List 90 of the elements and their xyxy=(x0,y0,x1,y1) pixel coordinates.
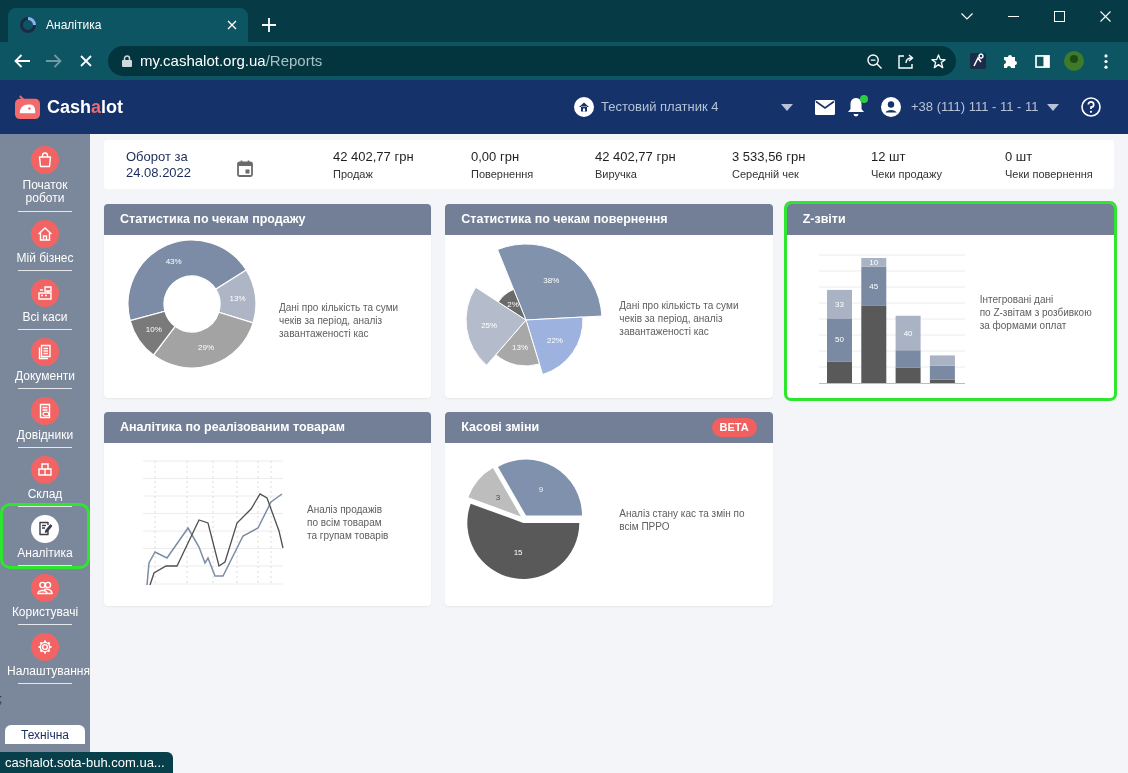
back-arrow-icon[interactable] xyxy=(14,54,30,68)
home-icon xyxy=(574,97,594,117)
slice-label: 38% xyxy=(543,275,560,285)
stat-label: Середній чек xyxy=(732,167,800,181)
card-title: Статистика по чекам повернення xyxy=(461,211,668,229)
extension-icon[interactable] xyxy=(970,53,986,69)
card-description: Дані про кількість та суми чеків за період, аналіз завантаженості кас xyxy=(619,299,739,338)
period-date: 24.08.2022 xyxy=(126,164,193,181)
logo-icon[interactable] xyxy=(14,94,41,120)
sidebar-item[interactable]: Мій бізнес xyxy=(4,212,86,270)
stat-label: Продаж xyxy=(333,167,374,181)
card-description: Дані про кількість та суми чеків за період, аналіз завантаженості кас xyxy=(279,301,399,340)
card-title: Статистика по чекам продажу xyxy=(120,211,306,229)
card-title: Z-звіти xyxy=(802,211,846,229)
slice-label: 13% xyxy=(512,343,529,353)
slice-label: 10% xyxy=(145,325,162,335)
slice-label: 25% xyxy=(481,320,498,330)
sidebar-item[interactable]: Користувачі xyxy=(4,566,86,624)
card-title: Касові зміни xyxy=(461,419,540,437)
report-card[interactable]: Статистика по чекам повернення 38% 22% 13% 25% 2% Дані про кількість та суми чеків за період, аналіз завантаженості кас xyxy=(445,204,773,398)
slice-label: 50 xyxy=(834,335,844,345)
report-card[interactable]: Касові зміни BETA 9 3 15 Аналіз стану кас та змін по всім ПРРО xyxy=(445,412,773,606)
slice-label: 40 xyxy=(903,328,913,338)
menu-icon[interactable] xyxy=(1104,53,1108,69)
slice-label: 33 xyxy=(834,299,844,309)
slice-label: 13% xyxy=(229,293,246,303)
bar-segment xyxy=(929,355,955,366)
sidebar-item[interactable]: Аналітика xyxy=(4,507,86,565)
sidebar-item[interactable]: Довідники xyxy=(4,389,86,447)
new-tab-icon[interactable] xyxy=(262,18,276,32)
sidebar-item[interactable]: Всі каси xyxy=(4,271,86,329)
zoom-out-icon[interactable] xyxy=(866,53,882,69)
stat-value: 12 шт xyxy=(871,148,907,165)
card-description: Аналіз стану кас та змін по всім ПРРО xyxy=(619,506,745,533)
slice-label: 43% xyxy=(165,257,182,267)
report-card[interactable]: Статистика по чекам продажу 43% 13% 29% 10% Дані про кількість та суми чеків за період, аналіз завантаженості кас xyxy=(104,204,432,398)
mail-icon[interactable] xyxy=(815,99,835,115)
stat-label: Виручка xyxy=(595,167,638,181)
slice-label: 29% xyxy=(198,343,215,353)
period-label: Оборот за xyxy=(126,148,189,165)
caret-down-icon[interactable] xyxy=(781,103,793,111)
chevron-down-icon[interactable] xyxy=(961,12,973,20)
help-icon[interactable] xyxy=(1081,97,1101,117)
slice-label: 45 xyxy=(869,281,878,291)
caret-down-icon[interactable] xyxy=(1047,103,1059,111)
company-dropdown[interactable]: Тестовий платник 4 xyxy=(574,92,798,122)
close-icon[interactable] xyxy=(227,20,237,30)
sidebar-item[interactable]: Початок роботи xyxy=(4,134,86,211)
logo-text: Cashalot xyxy=(47,95,124,119)
stat-value: 3 533,56 грн xyxy=(732,148,807,165)
user-avatar-icon xyxy=(881,97,901,117)
user-menu[interactable]: +38 (111) 111 - 11 - 11 xyxy=(881,92,1059,122)
sidebar-item[interactable]: Склад xyxy=(4,448,86,506)
card-title: Аналітика по реалізованим товарам xyxy=(120,419,345,437)
stop-icon[interactable] xyxy=(80,55,92,67)
card-description: Інтегровані дані по Z-звітам з розбивкою за формами оплат xyxy=(979,293,1092,332)
stat-value: 0 шт xyxy=(1005,148,1034,165)
stat-label: Чеки повернення xyxy=(1005,167,1094,181)
lock-icon[interactable] xyxy=(122,55,132,67)
beta-badge: BETA xyxy=(711,418,757,437)
stat-label: Повернення xyxy=(471,167,535,181)
stat-value: 0,00 грн xyxy=(471,148,521,165)
slice-label: 3 xyxy=(496,492,501,502)
tab-title: Аналітика xyxy=(46,17,103,34)
stat-value: 42 402,77 грн xyxy=(333,148,415,165)
side-panel-icon[interactable] xyxy=(1034,54,1050,68)
sidebar-item[interactable]: Документи xyxy=(4,330,86,388)
slice-label: 2% xyxy=(507,299,520,309)
calendar-icon[interactable] xyxy=(237,160,253,177)
clipped-text: ; xyxy=(0,692,3,706)
bell-icon[interactable] xyxy=(847,97,865,117)
report-card[interactable]: Z-звіти 50 33 45 10 40 Інтегровані дані по Z-звітам з розбивкою за формами оплат xyxy=(786,204,1114,398)
minimize-icon[interactable] xyxy=(1007,15,1019,17)
slice-label: 22% xyxy=(547,335,564,345)
puzzle-icon[interactable] xyxy=(1002,53,1018,69)
browser-tab[interactable]: Аналітика xyxy=(8,8,248,42)
slice-label: 10 xyxy=(869,257,878,267)
maximize-icon[interactable] xyxy=(1053,10,1065,22)
share-icon[interactable] xyxy=(898,53,914,69)
report-card[interactable]: Аналітика по реалізованим товарам Аналіз продажів по всім товарам та групам товарів xyxy=(104,412,432,606)
bar-segment xyxy=(895,367,921,383)
stat-label: Чеки продажу xyxy=(871,167,943,181)
slice-label: 15 xyxy=(513,548,523,557)
slice-label: 9 xyxy=(539,485,544,495)
stat-value: 42 402,77 грн xyxy=(595,148,677,165)
star-icon[interactable] xyxy=(930,53,946,69)
status-url: cashalot.sota-buh.com.ua... xyxy=(0,752,173,773)
card-description: Аналіз продажів по всім товарам та групам товарів xyxy=(307,503,389,542)
close-icon[interactable] xyxy=(1099,10,1111,22)
support-button[interactable]: Технічна xyxy=(5,725,85,744)
